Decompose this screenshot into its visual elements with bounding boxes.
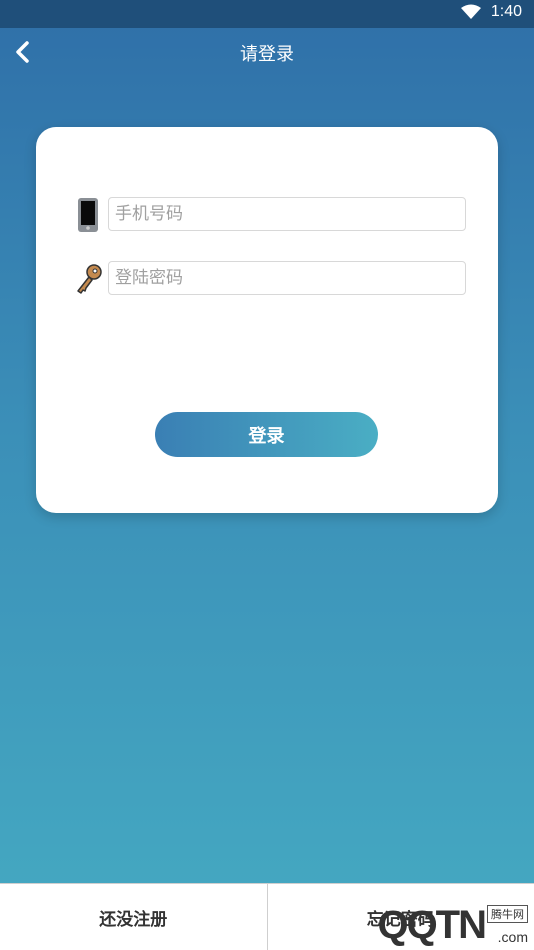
phone-icon xyxy=(74,197,104,233)
status-time: 1:40 xyxy=(491,3,522,21)
login-button[interactable]: 登录 xyxy=(155,412,378,457)
site-watermark: QQTN 腾牛网 .com xyxy=(377,905,528,945)
page-title: 请登录 xyxy=(0,40,534,66)
phone-input[interactable] xyxy=(108,197,466,231)
watermark-sub: 腾牛网 xyxy=(487,905,528,923)
header: 请登录 xyxy=(0,28,534,76)
login-card: 登录 xyxy=(36,127,498,513)
wifi-icon xyxy=(461,4,481,20)
status-bar: 1:40 xyxy=(0,0,534,28)
watermark-suffix: .com xyxy=(498,929,528,945)
watermark-logo: QQTN xyxy=(377,905,485,945)
phone-row xyxy=(74,197,468,233)
register-link[interactable]: 还没注册 xyxy=(0,884,267,950)
password-input[interactable] xyxy=(108,261,466,295)
key-icon xyxy=(74,261,104,297)
password-row xyxy=(74,261,468,297)
